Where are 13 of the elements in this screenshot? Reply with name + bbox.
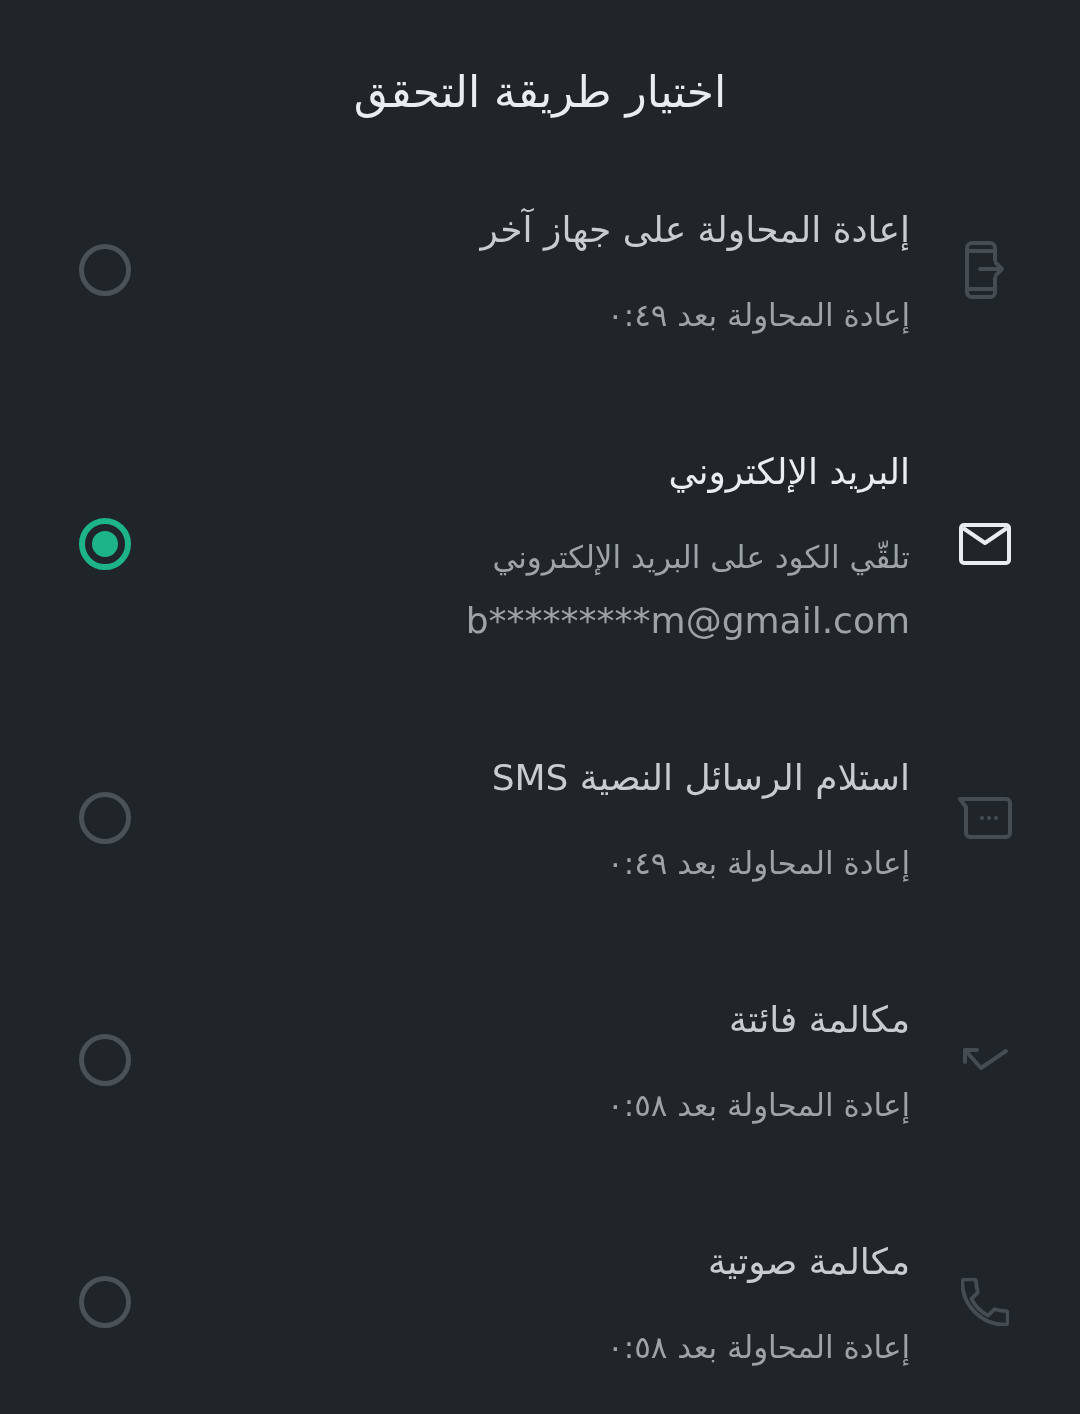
option-subtitle: تلقّي الكود على البريد الإلكتروني [492,538,910,578]
option-title: مكالمة صوتية [708,1240,910,1285]
option-title: البريد الإلكتروني [668,450,910,495]
email-address: b*********m@gmail.com [465,599,910,643]
radio-button[interactable] [79,518,131,570]
option-subtitle: إعادة المحاولة بعد ٠:٤٩ [607,844,910,884]
option-title: استلام الرسائل النصية SMS [491,756,910,801]
option-subtitle: إعادة المحاولة بعد ٠:٥٨ [607,1328,910,1368]
option-title: مكالمة فائتة [728,998,910,1042]
screen-title: اختيار طريقة التحقق [352,65,728,120]
option-subtitle: إعادة المحاولة بعد ٠:٤٩ [607,296,910,336]
option-title: إعادة المحاولة على جهاز آخر [480,207,910,253]
option-subtitle: إعادة المحاولة بعد ٠:٥٨ [607,1086,910,1126]
